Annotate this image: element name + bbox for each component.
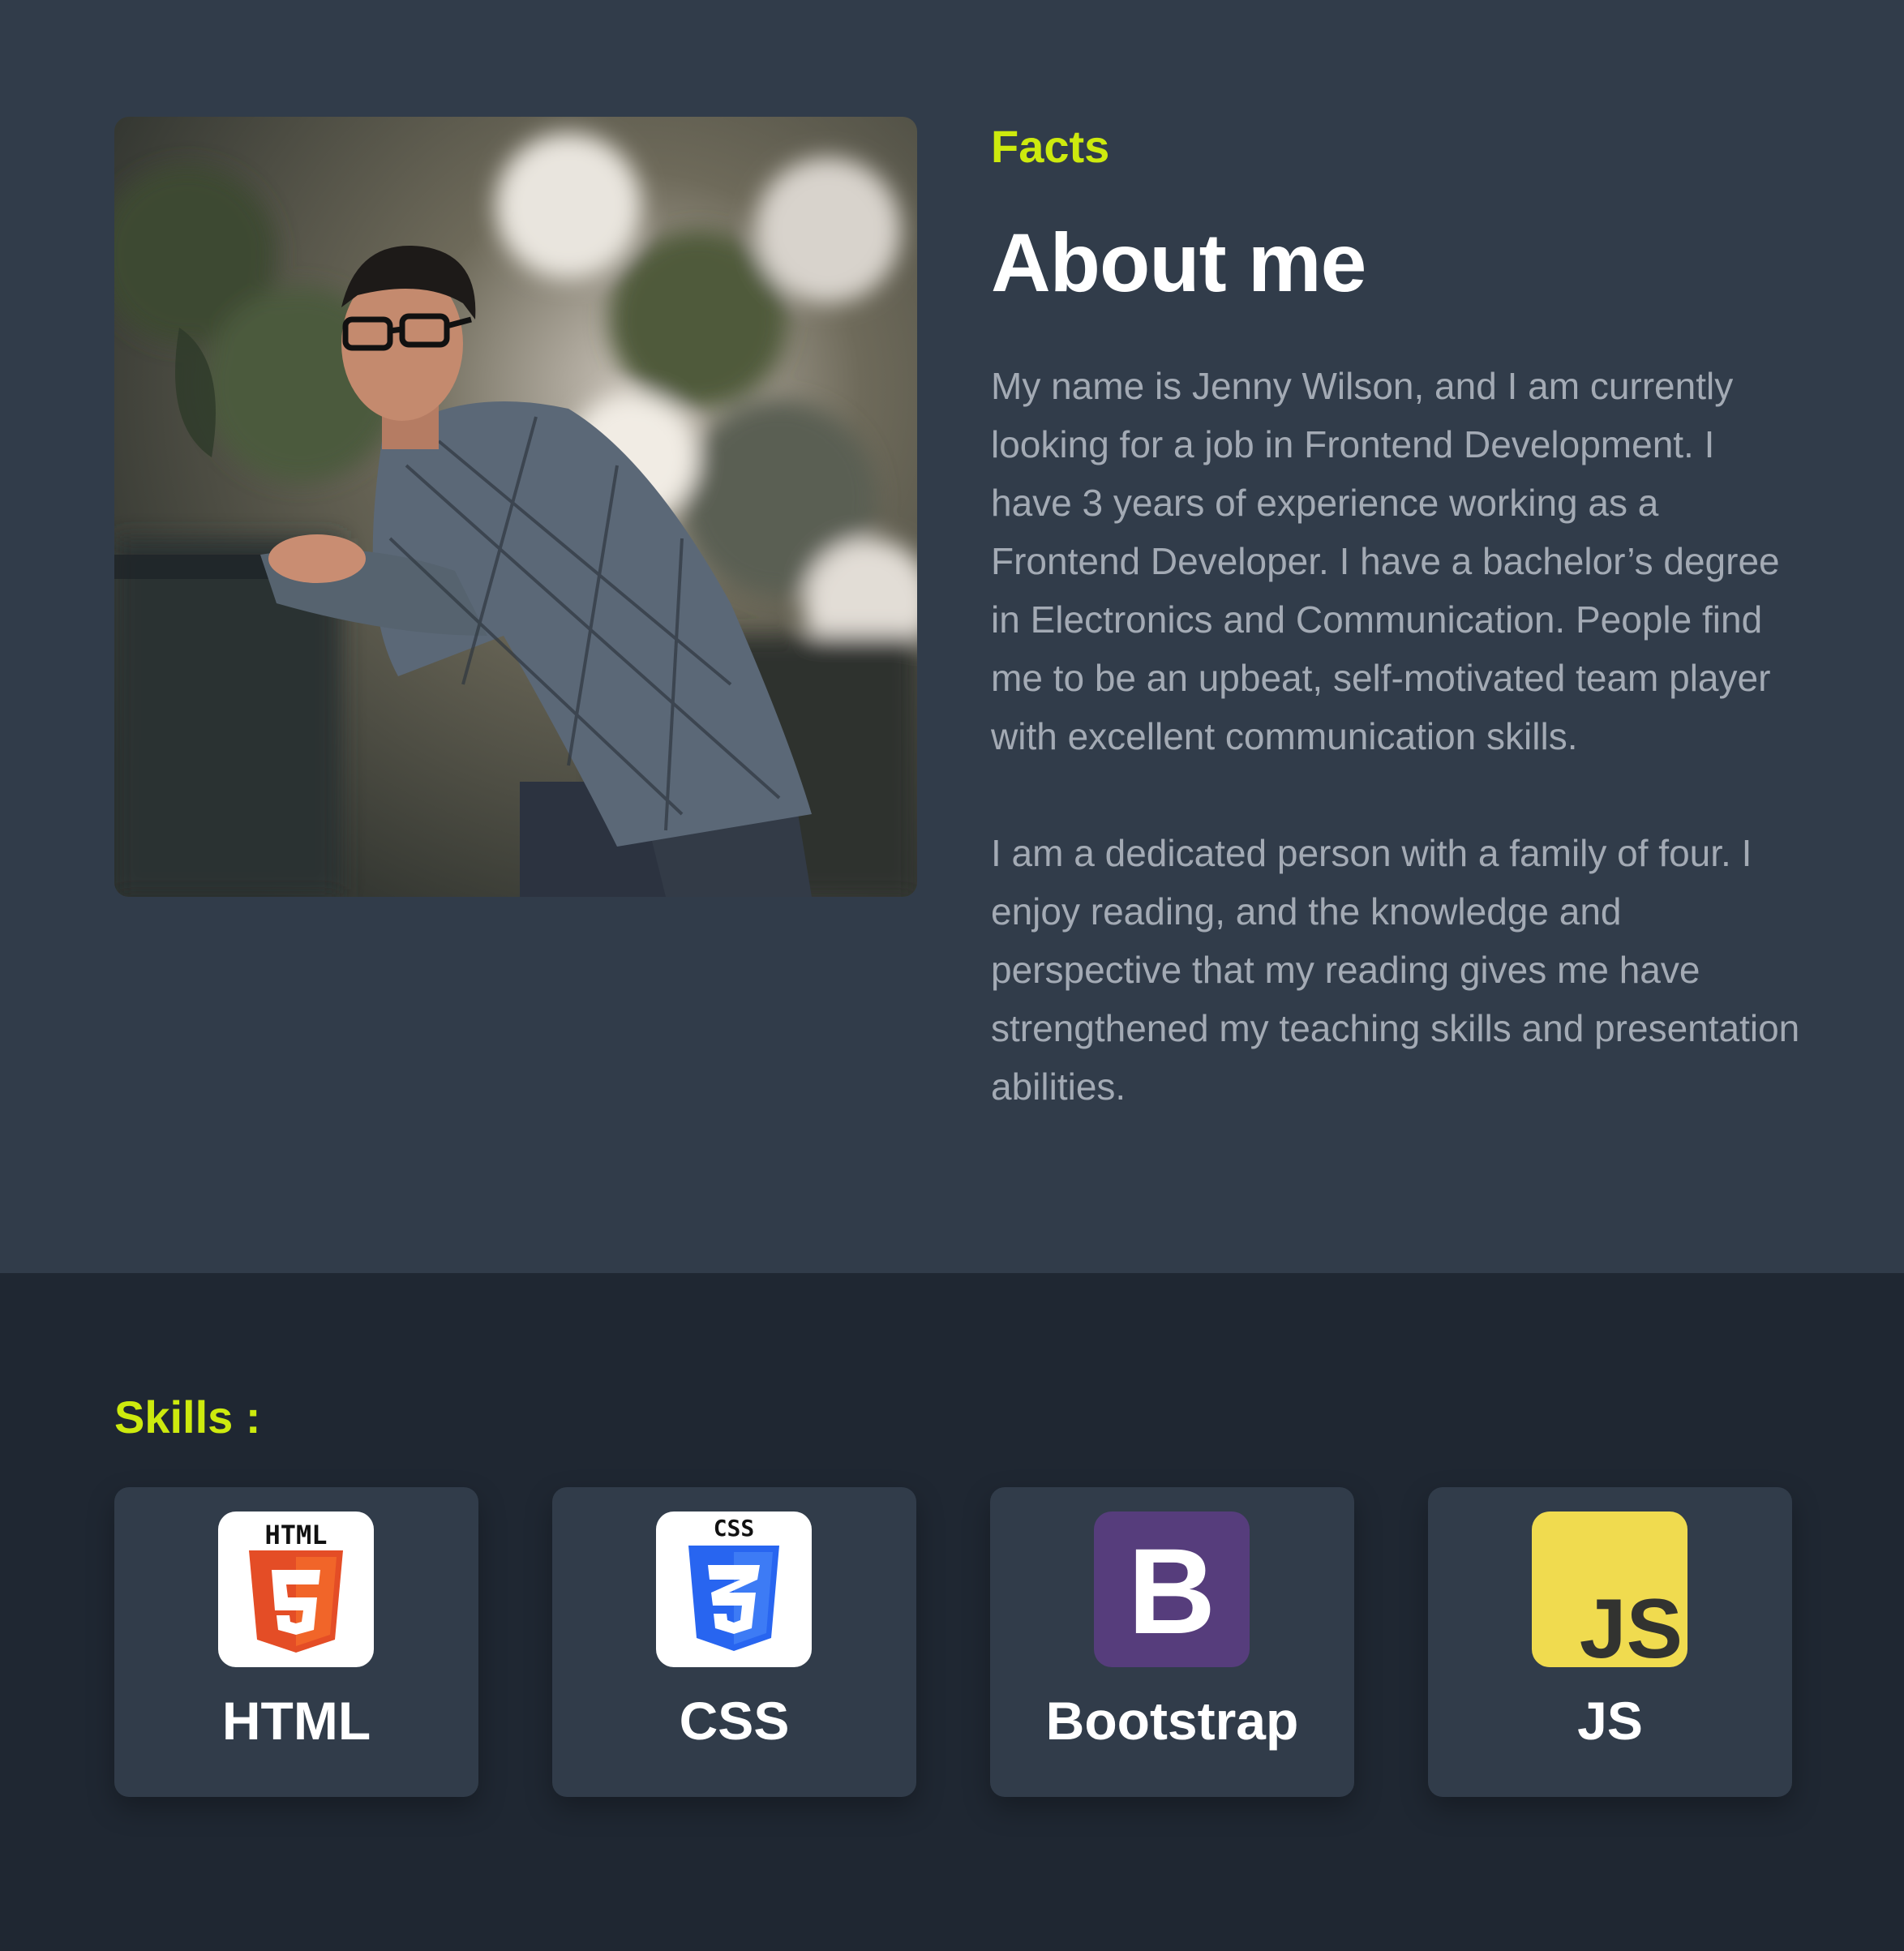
html5-icon: HTML — [218, 1511, 374, 1667]
js-glyph: JS — [1580, 1582, 1683, 1667]
skills-title: Skills : — [114, 1391, 261, 1443]
bootstrap-glyph: B — [1128, 1523, 1216, 1659]
skill-card-html[interactable]: HTML HTML — [114, 1487, 478, 1797]
javascript-icon: JS — [1532, 1511, 1687, 1667]
portrait-photo-icon — [114, 117, 917, 897]
bootstrap-icon: B — [1094, 1511, 1250, 1667]
skill-card-css[interactable]: CSS CSS — [552, 1487, 916, 1797]
skill-label-js: JS — [1577, 1691, 1643, 1751]
css3-icon: CSS — [656, 1511, 812, 1667]
skills-section: Skills : HTML HTML CSS CSS B Bootstrap J… — [0, 1273, 1904, 1951]
html-badge-text: HTML — [264, 1520, 327, 1550]
skill-label-html: HTML — [221, 1691, 371, 1751]
css-badge-text: CSS — [714, 1515, 755, 1542]
section-eyebrow: Facts — [991, 121, 1110, 172]
about-paragraph-2: I am a dedicated person with a family of… — [991, 832, 1800, 1108]
skill-card-bootstrap[interactable]: B Bootstrap — [990, 1487, 1354, 1797]
about-paragraph-1: My name is Jenny Wilson, and I am curren… — [991, 365, 1780, 757]
page-title: About me — [991, 217, 1366, 309]
profile-photo — [114, 117, 917, 897]
skill-label-css: CSS — [679, 1691, 790, 1751]
skill-card-js[interactable]: JS JS — [1428, 1487, 1792, 1797]
about-section: Facts About me My name is Jenny Wilson, … — [0, 0, 1904, 1273]
skill-label-bootstrap: Bootstrap — [1045, 1691, 1299, 1751]
